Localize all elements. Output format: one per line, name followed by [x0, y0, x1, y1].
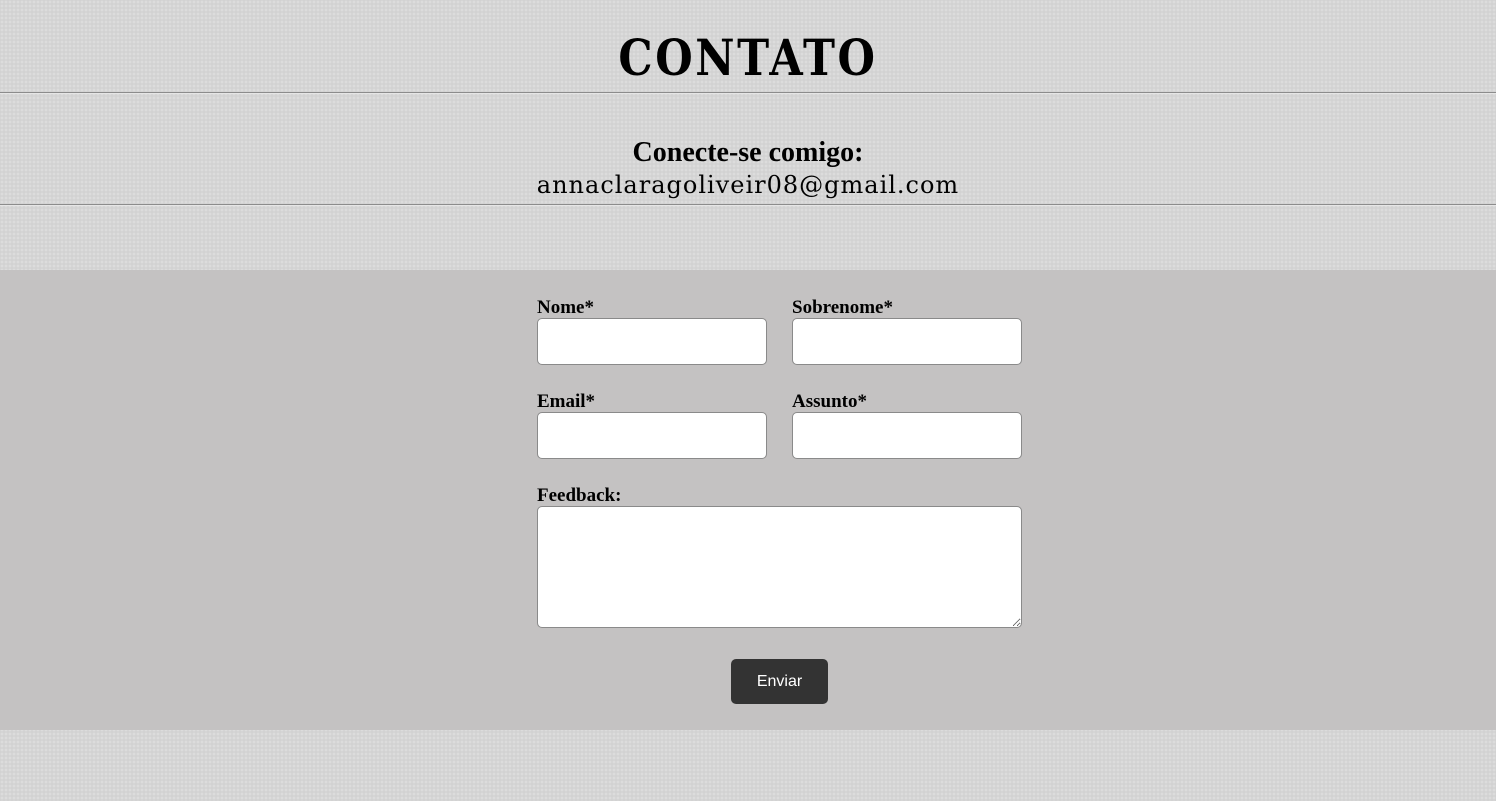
email-group: Email* [537, 392, 767, 459]
feedback-group: Feedback: [537, 486, 1022, 628]
subject-group: Assunto* [792, 392, 1022, 459]
feedback-label: Feedback: [537, 485, 622, 506]
submit-button[interactable]: Enviar [731, 659, 828, 704]
feedback-textarea[interactable] [537, 506, 1022, 628]
first-name-input[interactable] [537, 318, 767, 365]
last-name-input[interactable] [792, 318, 1022, 365]
page-header: CONTATO [0, 0, 1496, 92]
connect-heading: Conecte-se comigo: [632, 137, 864, 168]
contact-info: Conecte-se comigo: annaclaragoliveir08@g… [0, 136, 1496, 200]
last-name-label: Sobrenome* [792, 297, 893, 318]
contact-email: annaclaragoliveir08@gmail.com [536, 171, 960, 199]
email-label: Email* [537, 391, 596, 412]
last-name-group: Sobrenome* [792, 298, 1022, 365]
header-divider [0, 92, 1496, 94]
subject-label: Assunto* [792, 391, 867, 412]
contact-form: Nome* Sobrenome* Email* Assunto* Feedbac… [0, 270, 1496, 730]
email-input[interactable] [537, 412, 767, 459]
contact-divider [0, 204, 1496, 206]
subject-input[interactable] [792, 412, 1022, 459]
page-title: CONTATO [618, 28, 878, 87]
first-name-label: Nome* [537, 297, 594, 318]
first-name-group: Nome* [537, 298, 767, 365]
